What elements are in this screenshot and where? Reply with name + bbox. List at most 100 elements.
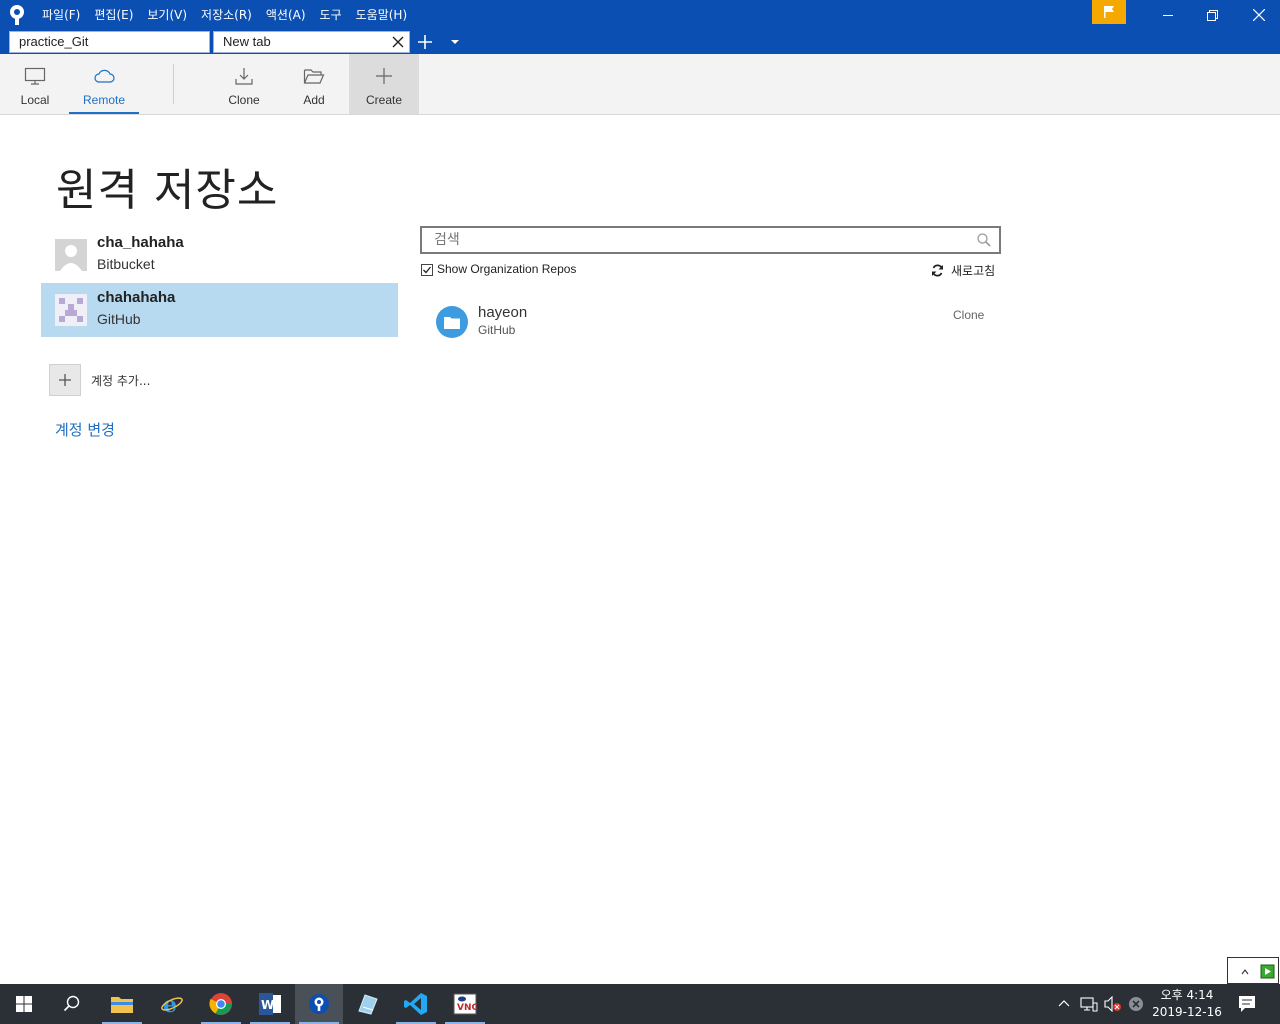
repo-folder-icon (436, 306, 468, 338)
remote-button[interactable]: Remote (69, 54, 139, 114)
menu-help[interactable]: 도움말(H) (356, 6, 408, 23)
restore-icon (1206, 9, 1218, 21)
system-clock[interactable]: 오후 4:14 2019-12-16 (1150, 987, 1224, 1021)
repo-clone-link[interactable]: Clone (953, 308, 984, 322)
search-input[interactable] (422, 228, 962, 252)
taskbar-file-explorer[interactable] (98, 984, 146, 1024)
notification-icon[interactable] (1238, 995, 1256, 1013)
show-org-repos-label[interactable]: Show Organization Repos (437, 262, 576, 276)
minimize-icon (1163, 15, 1173, 16)
file-explorer-icon (111, 997, 133, 1013)
chevron-up-icon[interactable] (1058, 998, 1070, 1008)
tray-app-icon[interactable] (1260, 961, 1276, 979)
tab-new-tab[interactable]: New tab (213, 31, 410, 53)
taskbar-sourcetree[interactable] (295, 984, 343, 1024)
identicon-avatar-icon (55, 294, 87, 326)
create-label: Create (365, 93, 403, 107)
cloud-icon (94, 69, 115, 83)
repo-host: GitHub (478, 323, 516, 337)
default-avatar-icon (55, 239, 87, 271)
menu-repository[interactable]: 저장소(R) (201, 6, 252, 23)
repo-name: hayeon (478, 304, 528, 321)
menu-bar: 파일(F) 편집(E) 보기(V) 저장소(R) 액션(A) 도구 도움말(H) (42, 0, 407, 28)
local-label: Local (20, 93, 50, 107)
remote-label: Remote (82, 93, 126, 107)
show-org-repos-checkbox[interactable] (421, 264, 433, 276)
taskbar-vnc[interactable]: VNC (441, 984, 489, 1024)
notepad-icon (358, 994, 378, 1015)
repo-list-item[interactable]: hayeon GitHub Clone (430, 298, 1000, 344)
tray-overflow-popup (1227, 957, 1279, 984)
local-button[interactable]: Local (0, 54, 70, 114)
page-title: 원격 저장소 (56, 165, 279, 216)
vnc-icon: VNC (453, 993, 477, 1015)
taskbar-search-button[interactable] (48, 984, 96, 1024)
minimize-button[interactable] (1145, 0, 1191, 30)
close-window-button[interactable] (1236, 0, 1280, 30)
windows-logo-icon (16, 996, 32, 1012)
refresh-label[interactable]: 새로고침 (951, 262, 995, 279)
taskbar-word[interactable]: W (246, 984, 294, 1024)
clock-date: 2019-12-16 (1152, 1005, 1222, 1019)
monitor-icon (24, 67, 46, 85)
add-account-button[interactable] (49, 364, 81, 396)
close-tab-icon[interactable] (391, 35, 405, 49)
menu-file[interactable]: 파일(F) (42, 6, 80, 23)
account-name: chahahaha (97, 289, 176, 306)
tab-bar: practice_Git New tab (0, 30, 1280, 54)
svg-text:VNC: VNC (457, 1003, 477, 1013)
account-name: cha_hahaha (97, 234, 184, 251)
flag-icon (1104, 6, 1114, 18)
vscode-icon (404, 993, 427, 1015)
add-button[interactable]: Add (279, 54, 349, 114)
change-account-link[interactable]: 계정 변경 (55, 419, 115, 440)
sourcetree-icon (309, 994, 329, 1014)
start-button[interactable] (0, 984, 48, 1024)
account-item[interactable]: cha_hahaha Bitbucket (41, 228, 398, 282)
network-icon[interactable] (1080, 996, 1098, 1012)
chrome-icon (209, 993, 232, 1015)
error-circle-icon[interactable] (1128, 996, 1144, 1012)
svg-text:W: W (261, 998, 274, 1012)
volume-muted-icon[interactable] (1104, 996, 1122, 1012)
taskbar-notepad-app[interactable] (343, 984, 391, 1024)
account-item-selected[interactable]: chahahaha GitHub (41, 283, 398, 337)
taskbar: e W VNC 오후 4:14 2019-12-16 (0, 984, 1280, 1024)
tab-label: New tab (223, 34, 271, 49)
search-box (420, 226, 1001, 254)
clock-time: 오후 4:14 (1160, 988, 1214, 1002)
search-icon[interactable] (977, 233, 991, 247)
chevron-up-icon[interactable] (1240, 967, 1250, 977)
taskbar-chrome[interactable] (197, 984, 245, 1024)
menu-actions[interactable]: 액션(A) (266, 6, 306, 23)
refresh-icon[interactable] (931, 264, 944, 277)
menu-edit[interactable]: 편집(E) (94, 6, 133, 23)
menu-tools[interactable]: 도구 (320, 6, 342, 23)
sourcetree-logo-icon (10, 5, 24, 25)
tab-practice-git[interactable]: practice_Git (9, 31, 210, 53)
folder-icon (444, 316, 460, 329)
plus-icon (376, 68, 392, 84)
create-button[interactable]: Create (349, 54, 419, 114)
account-host: GitHub (97, 311, 141, 327)
folder-open-icon (303, 69, 325, 84)
toolbar: Local Remote Clone Add Create (0, 54, 1280, 115)
clone-button[interactable]: Clone (209, 54, 279, 114)
flag-button[interactable] (1092, 0, 1126, 24)
taskbar-ie[interactable]: e (148, 984, 196, 1024)
restore-button[interactable] (1189, 0, 1235, 30)
search-icon (63, 995, 80, 1012)
add-account-label[interactable]: 계정 추가... (91, 372, 150, 389)
clone-label: Clone (228, 93, 260, 107)
internet-explorer-icon: e (161, 992, 183, 1016)
menu-view[interactable]: 보기(V) (147, 6, 187, 23)
close-icon (1253, 9, 1265, 21)
word-icon: W (259, 993, 281, 1015)
tab-label: practice_Git (19, 34, 89, 49)
tab-dropdown-icon[interactable] (448, 37, 462, 47)
taskbar-vscode[interactable] (392, 984, 440, 1024)
toolbar-separator (173, 64, 174, 104)
add-tab-icon[interactable] (416, 33, 434, 51)
account-host: Bitbucket (97, 256, 155, 272)
download-icon (235, 68, 253, 85)
